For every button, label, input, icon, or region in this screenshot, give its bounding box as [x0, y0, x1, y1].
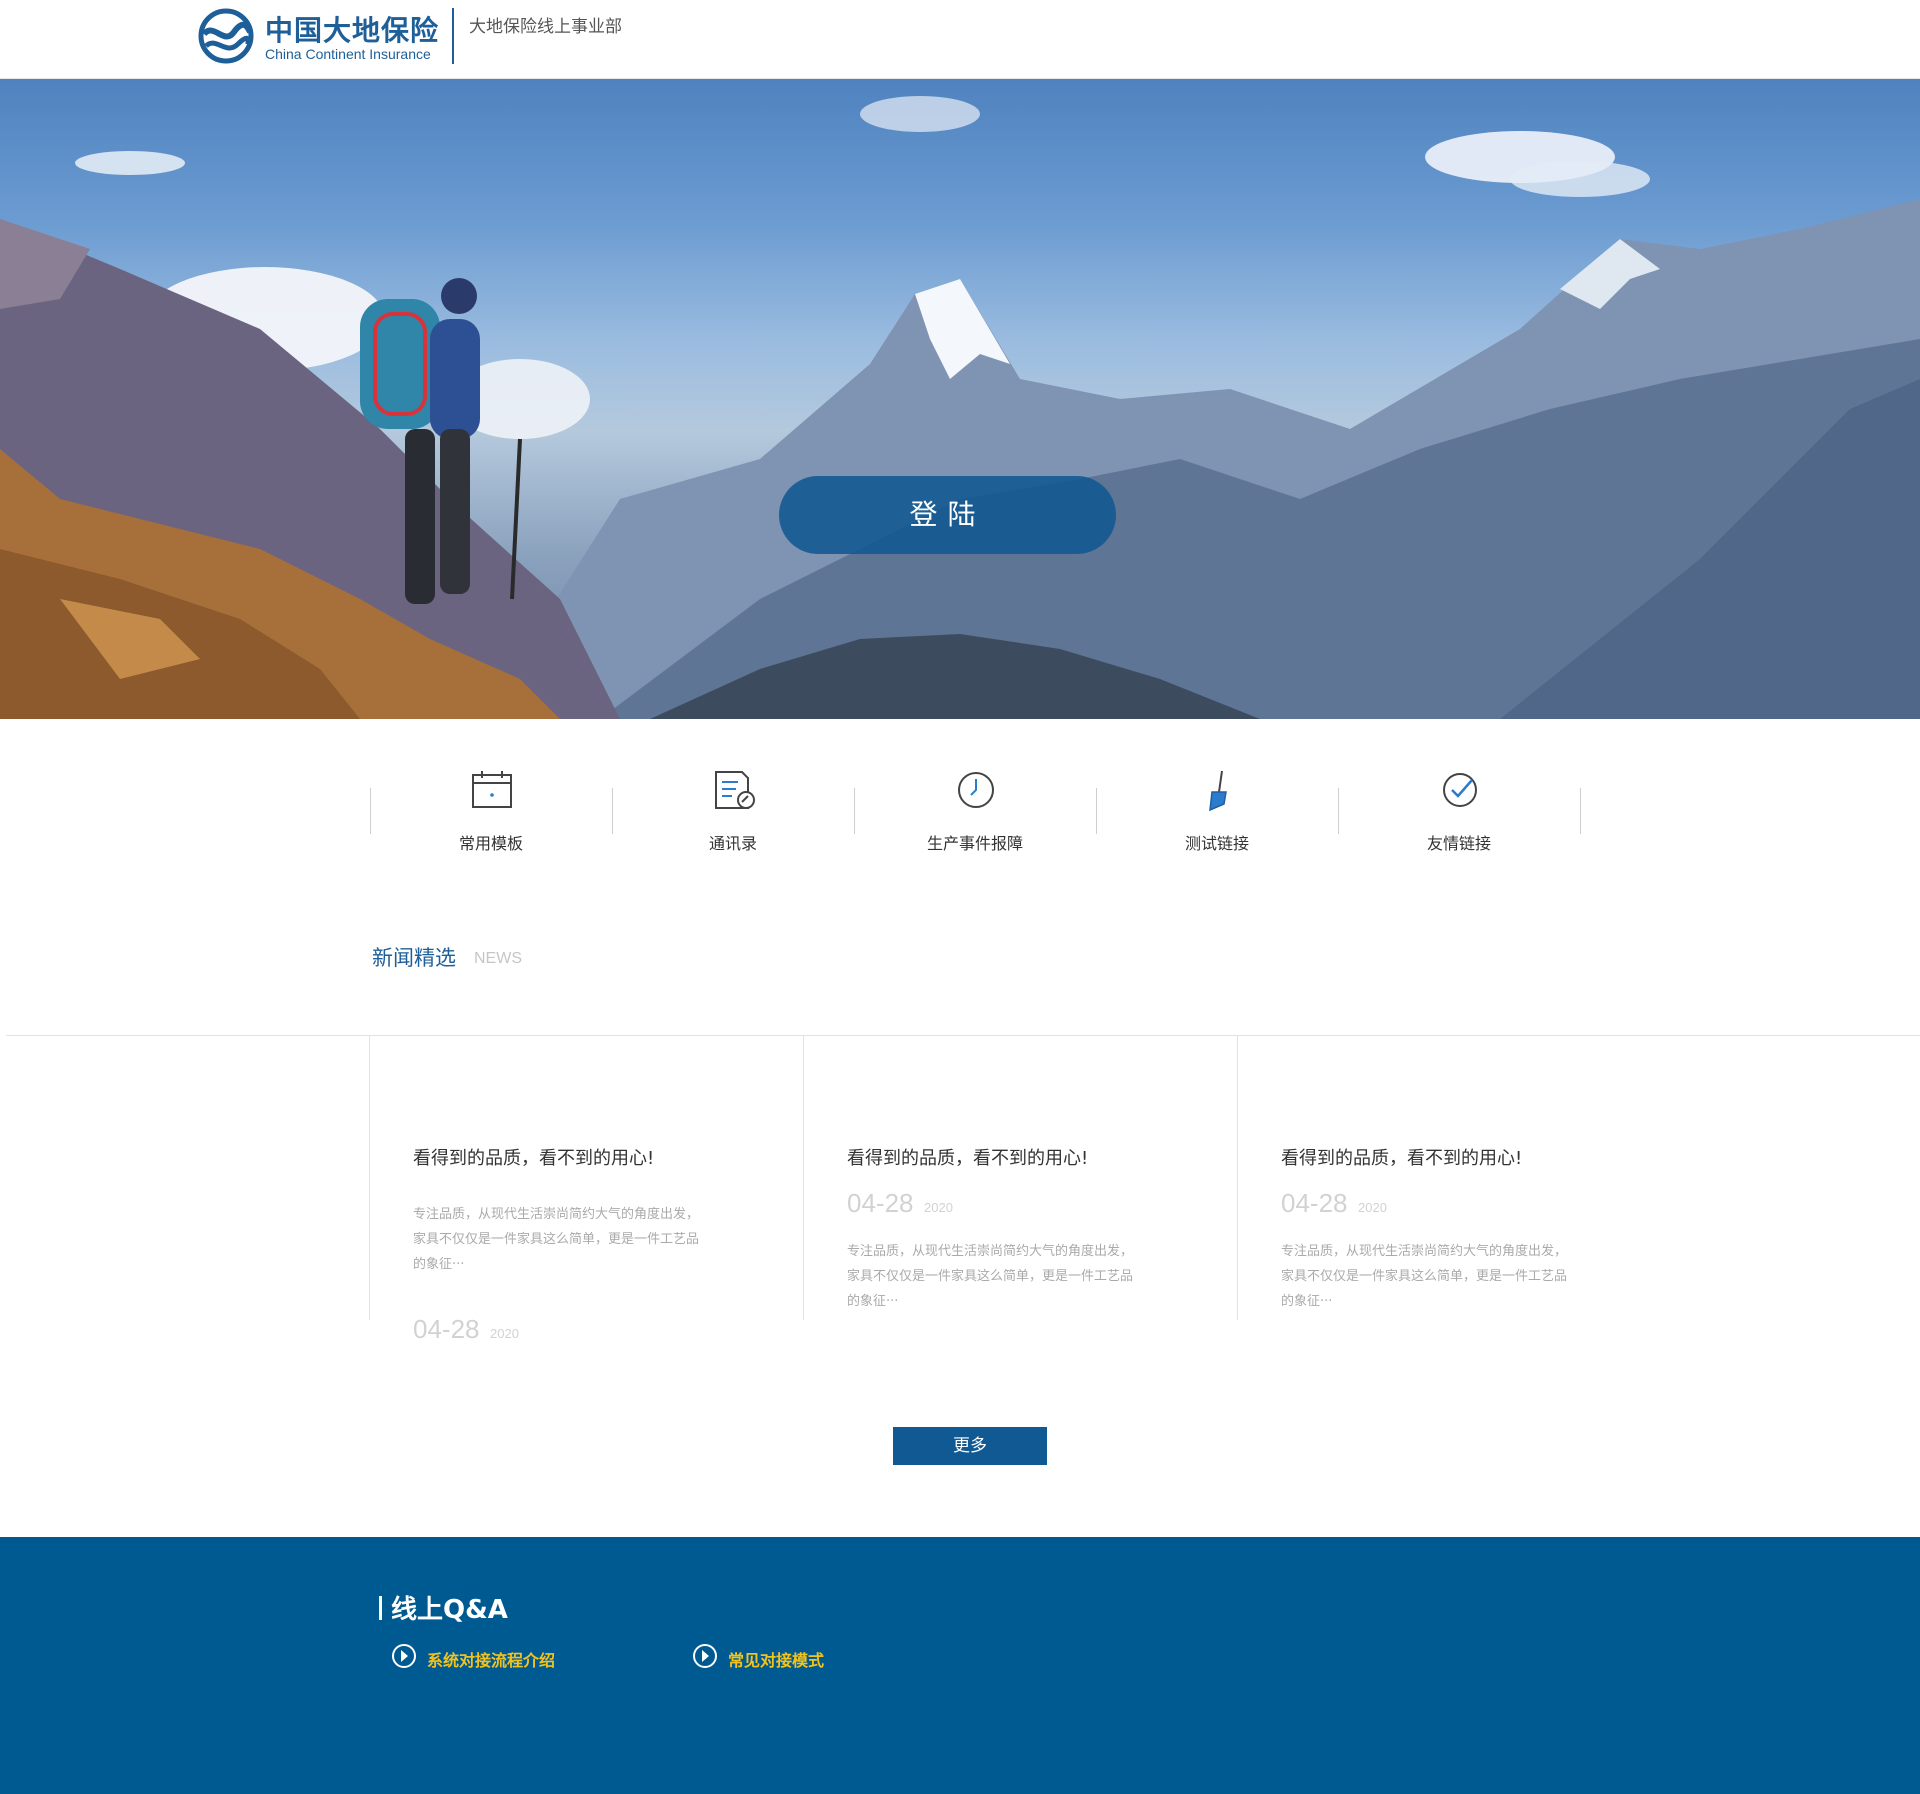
quick-link-test-links[interactable]: 测试链接: [1096, 760, 1338, 870]
quick-links-bar: 常用模板 通讯录 生产事件报障 测试链接 友情链接: [370, 760, 1581, 870]
quick-link-templates[interactable]: 常用模板: [370, 760, 612, 870]
department-name: 大地保险线上事业部: [469, 17, 622, 37]
quick-link-friendly-links[interactable]: 友情链接: [1338, 760, 1580, 870]
news-card-title[interactable]: 看得到的品质，看不到的用心!: [847, 1144, 1088, 1170]
mountain-landscape-illustration: [0, 96, 1920, 719]
news-card-year: 2020: [1358, 1200, 1387, 1215]
news-section-subtitle: NEWS: [474, 950, 522, 967]
arrow-circle-icon: [392, 1644, 416, 1668]
hero-banner: 登陆: [0, 79, 1920, 719]
news-card-description: 专注品质，从现代生活崇尚简约大气的角度出发，家具不仅仅是一件家具这么简单，更是一…: [1281, 1244, 1568, 1309]
site-header: 中国大地保险 China Continent Insurance 大地保险线上事…: [0, 0, 1920, 79]
news-card-description: 专注品质，从现代生活崇尚简约大气的角度出发，家具不仅仅是一件家具这么简单，更是一…: [847, 1244, 1134, 1309]
news-section-title: 新闻精选: [372, 946, 456, 970]
quick-divider: [1580, 788, 1581, 834]
login-button[interactable]: 登陆: [779, 476, 1116, 554]
contacts-icon: [715, 771, 755, 809]
news-card-date: 04-28: [1281, 1188, 1348, 1218]
qa-link-label[interactable]: 常见对接模式: [728, 1647, 824, 1671]
news-card-year: 2020: [924, 1200, 953, 1215]
quick-link-label: 通讯录: [708, 834, 757, 853]
news-card-description: 专注品质，从现代生活崇尚简约大气的角度出发，家具不仅仅是一件家具这么简单，更是一…: [413, 1207, 700, 1272]
news-card-date: 04-28: [413, 1314, 480, 1344]
quick-link-label: 测试链接: [1184, 834, 1249, 853]
more-news-button[interactable]: 更多: [893, 1427, 1047, 1465]
news-card-title[interactable]: 看得到的品质，看不到的用心!: [413, 1144, 654, 1170]
calendar-icon: [472, 771, 512, 808]
check-circle-icon: [1443, 773, 1477, 807]
arrow-circle-icon: [693, 1644, 717, 1668]
news-card[interactable]: 看得到的品质，看不到的用心! 04-28 2020 专注品质，从现代生活崇尚简约…: [803, 1036, 1237, 1320]
footer-qa-section: 线上Q&A 系统对接流程介绍 常见对接模式: [0, 1537, 1920, 1794]
brush-icon: [1209, 770, 1227, 812]
qa-title: 线上Q&A: [391, 1595, 508, 1625]
company-logo[interactable]: [198, 8, 254, 64]
quick-link-contacts[interactable]: 通讯录: [612, 760, 854, 870]
header-divider: [452, 8, 454, 64]
quick-link-label: 常用模板: [458, 834, 523, 853]
news-card-year: 2020: [490, 1326, 519, 1341]
news-card-title[interactable]: 看得到的品质，看不到的用心!: [1281, 1144, 1522, 1170]
news-card-date: 04-28: [847, 1188, 914, 1218]
quick-link-label: 生产事件报障: [926, 834, 1023, 853]
qa-title-marker: [379, 1596, 382, 1620]
quick-link-incident-report[interactable]: 生产事件报障: [854, 760, 1096, 870]
brand-name-cn: 中国大地保险: [265, 14, 440, 47]
brand-name-en: China Continent Insurance: [265, 46, 431, 62]
news-card[interactable]: 看得到的品质，看不到的用心! 04-28 2020 专注品质，从现代生活崇尚简约…: [1237, 1036, 1671, 1320]
quick-link-label: 友情链接: [1426, 834, 1491, 853]
qa-link-label[interactable]: 系统对接流程介绍: [427, 1647, 555, 1671]
news-card[interactable]: 看得到的品质，看不到的用心! 专注品质，从现代生活崇尚简约大气的角度出发，家具不…: [369, 1036, 803, 1344]
clock-icon: [958, 772, 994, 808]
